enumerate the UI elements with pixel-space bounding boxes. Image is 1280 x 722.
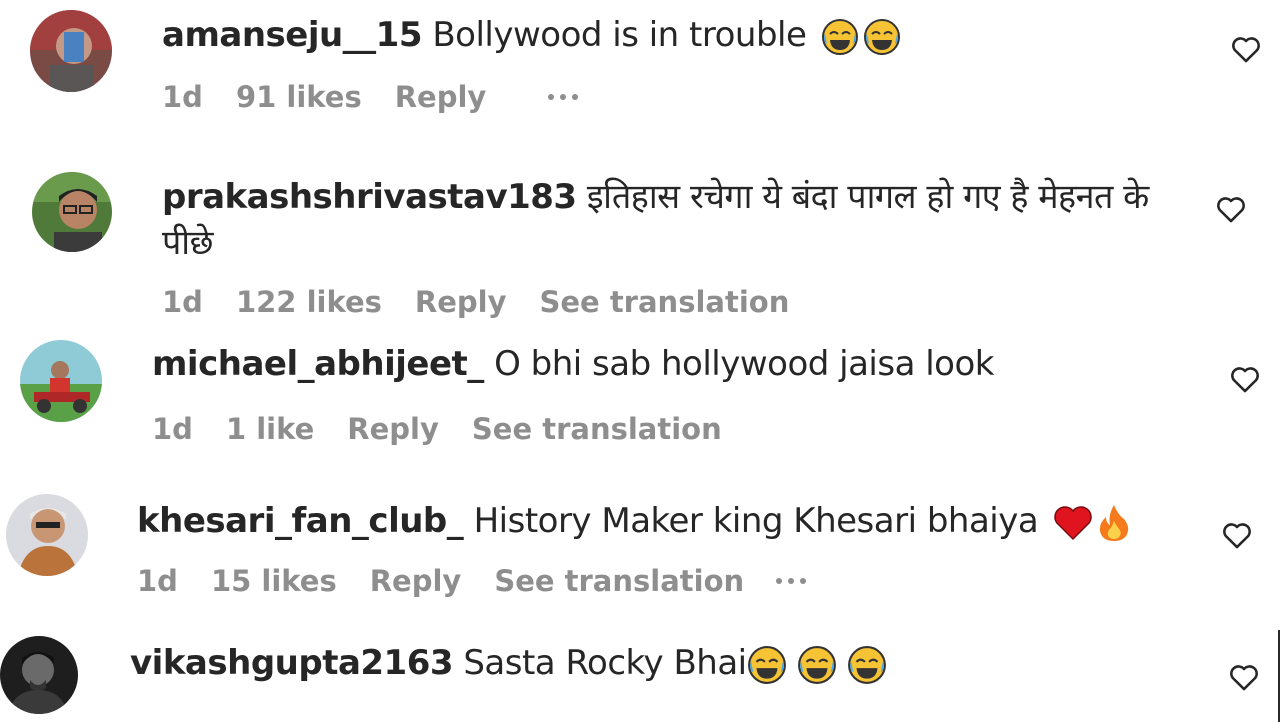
comment-username[interactable]: prakashshrivastav183 xyxy=(162,177,577,217)
comment-text: khesari_fan_club_ History Maker king Khe… xyxy=(137,498,1131,544)
comment-likes[interactable]: 15 likes xyxy=(211,564,337,598)
comment-time: 1d xyxy=(152,412,193,446)
comment-body: Bollywood is in trouble xyxy=(432,15,807,55)
comment-body: History Maker king Khesari bhaiya xyxy=(473,501,1039,541)
laughing-emoji-icon xyxy=(863,18,901,56)
comment-body: O bhi sab hollywood jaisa look xyxy=(494,344,994,384)
comment-likes[interactable]: 1 like xyxy=(226,412,314,446)
comment-username[interactable]: vikashgupta2163 xyxy=(130,643,454,683)
laughing-emoji-icon xyxy=(797,645,837,685)
comment-username[interactable]: khesari_fan_club_ xyxy=(137,501,464,541)
heart-outline-icon[interactable] xyxy=(1229,32,1263,66)
heart-outline-icon[interactable] xyxy=(1220,518,1254,552)
comment-username[interactable]: michael_abhijeet_ xyxy=(152,344,484,384)
heart-outline-icon[interactable] xyxy=(1228,362,1262,396)
reply-button[interactable]: Reply xyxy=(395,80,487,114)
fire-emoji-icon xyxy=(1097,503,1131,543)
comment-meta: 1d 15 likes Reply See translation xyxy=(137,564,839,598)
laughing-emoji-icon xyxy=(747,645,787,685)
laughing-emoji-icon xyxy=(821,18,859,56)
reply-button[interactable]: Reply xyxy=(415,285,507,319)
see-translation-button[interactable]: See translation xyxy=(540,285,790,319)
comment-likes[interactable]: 91 likes xyxy=(236,80,362,114)
comment-text: amanseju__15 Bollywood is in trouble xyxy=(162,12,901,58)
heart-outline-icon[interactable] xyxy=(1214,192,1248,226)
comment-username[interactable]: amanseju__15 xyxy=(162,15,423,55)
reply-button[interactable]: Reply xyxy=(370,564,462,598)
comment-meta: 1d 122 likes Reply See translation xyxy=(162,285,822,319)
avatar[interactable] xyxy=(0,636,78,714)
see-translation-button[interactable]: See translation xyxy=(494,564,744,598)
avatar[interactable] xyxy=(20,340,102,422)
avatar[interactable] xyxy=(6,494,88,576)
comment-text: vikashgupta2163 Sasta Rocky Bhai xyxy=(130,640,887,686)
comment-time: 1d xyxy=(137,564,178,598)
comment-text: michael_abhijeet_ O bhi sab hollywood ja… xyxy=(152,341,994,387)
heart-outline-icon[interactable] xyxy=(1227,660,1261,694)
laughing-emoji-icon xyxy=(847,645,887,685)
red-heart-emoji-icon xyxy=(1053,505,1093,541)
more-options-icon[interactable] xyxy=(776,578,807,584)
comment-likes[interactable]: 122 likes xyxy=(236,285,382,319)
comment-meta: 1d 1 like Reply See translation xyxy=(152,412,755,446)
avatar[interactable] xyxy=(32,172,112,252)
reply-button[interactable]: Reply xyxy=(347,412,439,446)
comment-body: Sasta Rocky Bhai xyxy=(463,643,747,683)
more-options-icon[interactable] xyxy=(548,94,579,100)
avatar[interactable] xyxy=(30,10,112,92)
comment-meta: 1d 91 likes Reply xyxy=(162,80,611,114)
comment-time: 1d xyxy=(162,285,203,319)
comment-time: 1d xyxy=(162,80,203,114)
see-translation-button[interactable]: See translation xyxy=(472,412,722,446)
comment-text: prakashshrivastav183 इतिहास रचेगा ये बंद… xyxy=(162,174,1192,266)
